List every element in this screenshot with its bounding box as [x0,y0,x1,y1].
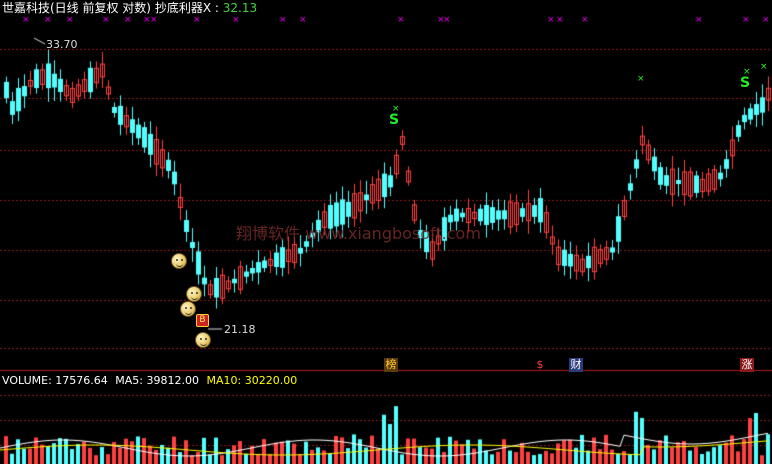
coin-label: B [199,315,206,325]
watermark: 翔博软件 www.xiangbosoft.com [236,224,481,243]
ma10-label: MA10: [206,374,242,387]
indicator-label: 抄底利器X : [154,1,219,15]
low-price-label: 21.18 [224,323,256,336]
x-marker-icon: × [743,67,751,77]
event-tag-bang[interactable]: 榜 [384,358,398,372]
ma5-value: 39812.00 [146,374,200,387]
stock-title: 世嘉科技(日线 前复权 对数) [2,1,151,15]
sell-signal-s: S [740,75,751,91]
event-tag-zhang[interactable]: 涨 [740,358,754,372]
volume-value: 17576.64 [55,374,108,387]
smiley-buy-icon [195,332,211,348]
low-price-value: 21.18 [224,323,256,336]
smiley-buy-icon [171,253,187,269]
smiley-buy-icon [180,301,196,317]
event-tag-dollar[interactable]: $ [533,358,547,372]
event-tag-cai[interactable]: 财 [569,358,583,372]
x-marker-icon: × [760,62,768,72]
volume-label: VOLUME: [2,374,52,387]
indicator-value: 32.13 [222,1,258,15]
smiley-buy-icon [186,286,202,302]
chart-header: 世嘉科技(日线 前复权 对数) 抄底利器X : 32.13 [2,1,257,15]
high-price-label: 33.70 [46,38,78,51]
high-price-value: 33.70 [46,38,78,51]
sell-signal-s: S [389,112,400,128]
x-marker-icon: × [392,104,400,114]
ma10-value: 30220.00 [244,374,298,387]
x-marker-icon: × [637,74,645,84]
coin-icon: B [196,314,209,327]
volume-header: VOLUME: 17576.64 MA5: 39812.00 MA10: 302… [2,374,297,387]
ma5-label: MA5: [115,374,144,387]
